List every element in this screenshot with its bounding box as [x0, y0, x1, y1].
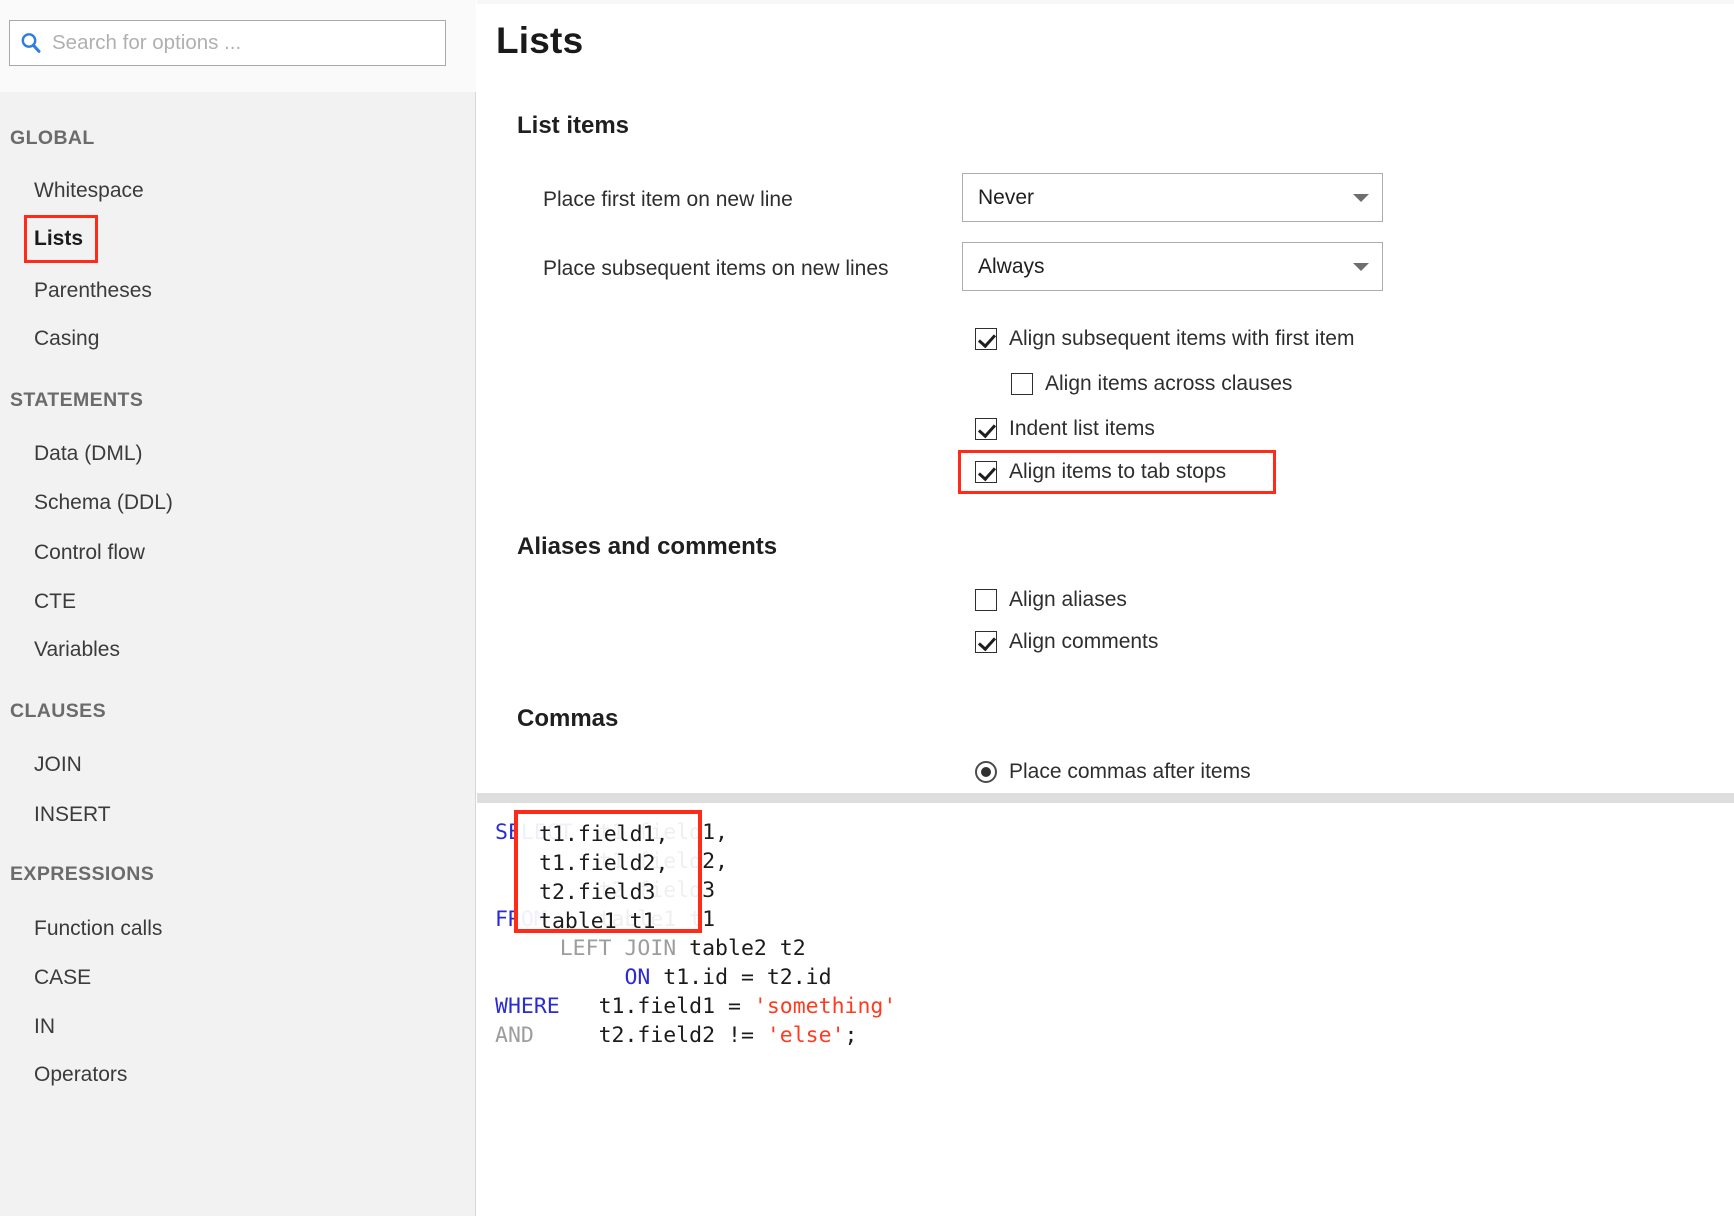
label-place-subsequent-items-on-new-lines: Place subsequent items on new lines	[543, 257, 889, 280]
checkbox-align-items-to-tab-stops[interactable]: Align items to tab stops	[975, 460, 1226, 484]
chevron-down-icon[interactable]	[1340, 193, 1382, 202]
label-place-first-item-on-new-line: Place first item on new line	[543, 188, 793, 211]
radio-box[interactable]	[975, 761, 997, 783]
options-main-panel: Lists List items Place first item on new…	[477, 0, 1734, 1216]
sidebar-item-variables[interactable]: Variables	[34, 638, 120, 662]
sidebar-item-function-calls[interactable]: Function calls	[34, 917, 162, 941]
sidebar-item-cte[interactable]: CTE	[34, 590, 76, 614]
search-icon	[10, 21, 52, 65]
checkbox-align-comments[interactable]: Align comments	[975, 630, 1158, 654]
sidebar-item-lists[interactable]: Lists	[34, 227, 83, 251]
sidebar-item-whitespace[interactable]: Whitespace	[34, 179, 144, 203]
sidebar-search-bar	[0, 0, 476, 92]
sidebar-item-insert[interactable]: INSERT	[34, 803, 111, 827]
dropdown-place-subsequent-items-on-new-lines[interactable]: Always	[962, 242, 1383, 291]
checkbox-label: Align subsequent items with first item	[1009, 327, 1355, 350]
main-top-strip	[477, 0, 1734, 4]
checkbox-box[interactable]	[975, 418, 997, 440]
sidebar-item-parentheses[interactable]: Parentheses	[34, 279, 152, 303]
checkbox-box[interactable]	[1011, 373, 1033, 395]
section-heading-list-items: List items	[517, 112, 630, 139]
sidebar-item-join[interactable]: JOIN	[34, 753, 82, 777]
sidebar-group-clauses: CLAUSES	[10, 700, 106, 722]
checkbox-label: Align aliases	[1009, 588, 1127, 611]
radio-label: Place commas after items	[1009, 760, 1251, 783]
sidebar-item-in[interactable]: IN	[34, 1015, 55, 1039]
search-box[interactable]	[9, 20, 446, 66]
checkbox-box[interactable]	[975, 589, 997, 611]
dropdown-place-first-item-on-new-line[interactable]: Never	[962, 173, 1383, 222]
checkbox-box[interactable]	[975, 631, 997, 653]
sidebar-item-control-flow[interactable]: Control flow	[34, 541, 145, 565]
checkbox-box[interactable]	[975, 461, 997, 483]
chevron-down-icon[interactable]	[1340, 262, 1382, 271]
checkbox-label: Align items to tab stops	[1009, 460, 1227, 483]
radio-place-commas-after-items[interactable]: Place commas after items	[975, 760, 1251, 784]
options-settings-window: GLOBAL Whitespace Lists Parentheses Casi…	[0, 0, 1734, 1216]
section-heading-commas: Commas	[517, 705, 619, 732]
checkbox-align-subsequent-items-with-first-item[interactable]: Align subsequent items with first item	[975, 327, 1354, 351]
sql-preview-pane: SELECT t1.field1, t1.field2, t2.field3 F…	[477, 803, 1734, 1216]
section-heading-aliases-and-comments: Aliases and comments	[517, 533, 778, 560]
checkbox-label: Align items across clauses	[1045, 372, 1293, 395]
dropdown-value: Always	[978, 254, 1045, 278]
sidebar-item-operators[interactable]: Operators	[34, 1063, 127, 1087]
sql-preview-code: SELECT t1.field1, t1.field2, t2.field3 F…	[495, 820, 897, 1048]
checkbox-box[interactable]	[975, 328, 997, 350]
checkbox-align-items-across-clauses[interactable]: Align items across clauses	[1011, 372, 1292, 396]
sidebar-group-global: GLOBAL	[10, 127, 95, 149]
sidebar-item-case[interactable]: CASE	[34, 966, 91, 990]
page-title: Lists	[496, 20, 584, 61]
checkbox-label: Align comments	[1009, 630, 1159, 653]
sidebar-item-schema-ddl[interactable]: Schema (DDL)	[34, 491, 173, 515]
checkbox-indent-list-items[interactable]: Indent list items	[975, 417, 1155, 441]
sidebar-group-expressions: EXPRESSIONS	[10, 863, 155, 885]
dropdown-value: Never	[978, 185, 1035, 209]
checkbox-label: Indent list items	[1009, 417, 1155, 440]
checkbox-align-aliases[interactable]: Align aliases	[975, 588, 1127, 612]
sidebar-item-casing[interactable]: Casing	[34, 327, 99, 351]
options-sidebar: GLOBAL Whitespace Lists Parentheses Casi…	[0, 0, 476, 1216]
preview-divider	[477, 793, 1734, 803]
sidebar-item-data-dml[interactable]: Data (DML)	[34, 442, 143, 466]
sidebar-group-statements: STATEMENTS	[10, 389, 144, 411]
search-input[interactable]	[52, 31, 432, 55]
